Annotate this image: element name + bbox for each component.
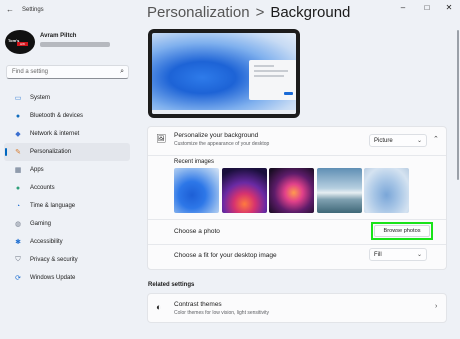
contrast-themes-row[interactable]: ◐ Contrast themes Color themes for low v… — [147, 293, 447, 323]
contrast-themes-title: Contrast themes — [174, 301, 222, 308]
sidebar-item-label: Personalization — [30, 149, 72, 155]
sidebar-item-label: Gaming — [30, 221, 52, 227]
browse-photos-highlight: Browse photos — [371, 222, 433, 240]
page-title: Background — [270, 4, 351, 21]
maximize-icon[interactable]: □ — [420, 3, 434, 12]
search-placeholder: Find a setting — [12, 69, 49, 75]
image-icon: 🖼 — [156, 134, 167, 143]
sidebar-item-accounts[interactable]: ● Accounts — [4, 179, 130, 197]
sidebar-item-label: Privacy & security — [30, 257, 78, 263]
divider — [148, 155, 446, 156]
fit-dropdown[interactable]: Fill ⌄ — [369, 248, 427, 261]
globe-clock-icon: ◔ — [15, 202, 21, 210]
preview-window-line — [254, 70, 288, 72]
scrollbar[interactable] — [457, 30, 459, 180]
sidebar-item-personalization[interactable]: ✎ Personalization — [4, 143, 130, 161]
related-settings-heading: Related settings — [148, 282, 195, 288]
contrast-themes-subtitle: Color themes for low vision, light sensi… — [174, 310, 270, 316]
avatar-logo-badge: HW — [17, 42, 28, 46]
user-profile[interactable]: Tom's HW Avram Piltch — [5, 30, 135, 54]
fit-label: Choose a fit for your desktop image — [174, 252, 277, 259]
avatar: Tom's HW — [5, 30, 35, 54]
user-name: Avram Piltch — [40, 33, 77, 39]
breadcrumb-parent[interactable]: Personalization — [147, 4, 250, 21]
preview-window-button — [284, 92, 293, 95]
sidebar-item-label: System — [30, 95, 51, 101]
divider — [148, 244, 446, 245]
bluetooth-icon: ● — [15, 112, 21, 120]
sidebar-item-label: Bluetooth & devices — [30, 113, 84, 119]
preview-window — [249, 60, 296, 100]
choose-photo-label: Choose a photo — [174, 228, 220, 235]
preview-wallpaper — [152, 33, 296, 114]
breadcrumb-separator: > — [255, 4, 265, 21]
search-input[interactable]: Find a setting ⌕ — [6, 65, 129, 79]
chevron-down-icon: ⌄ — [416, 138, 422, 144]
browse-photos-button[interactable]: Browse photos — [374, 225, 430, 237]
sidebar-item-apps[interactable]: ▦ Apps — [4, 161, 130, 179]
sidebar-item-label: Accessibility — [30, 239, 63, 245]
arrow-left-icon[interactable]: ← — [6, 5, 14, 14]
chevron-up-icon[interactable]: ⌃ — [433, 135, 439, 143]
sidebar-item-gaming[interactable]: ◍ Gaming — [4, 215, 130, 233]
chevron-right-icon: › — [435, 303, 438, 310]
recent-image-3[interactable] — [269, 168, 314, 213]
brush-icon: ✎ — [15, 149, 21, 156]
chevron-down-icon: ⌄ — [416, 252, 422, 258]
sidebar-item-bluetooth[interactable]: ● Bluetooth & devices — [4, 107, 130, 125]
shield-icon: ⛉ — [15, 256, 21, 263]
search-icon[interactable]: ⌕ — [120, 68, 124, 76]
preview-taskbar — [152, 110, 296, 114]
recent-images-label: Recent images — [174, 159, 215, 165]
sidebar-item-label: Windows Update — [30, 275, 76, 281]
personalize-background-row[interactable]: 🖼 Personalize your background Customize … — [148, 127, 446, 155]
fit-value: Fill — [374, 252, 382, 258]
apps-icon: ▦ — [14, 167, 22, 174]
sidebar-item-system[interactable]: ▭ System — [4, 89, 130, 107]
breadcrumb: Personalization > Background — [147, 4, 350, 21]
accessibility-icon: ✱ — [15, 239, 21, 246]
sidebar-item-label: Apps — [30, 167, 44, 173]
update-icon: ⟳ — [15, 275, 21, 282]
sidebar-item-label: Network & internet — [30, 131, 80, 137]
contrast-icon: ◐ — [156, 302, 162, 312]
recent-image-4[interactable] — [317, 168, 362, 213]
personalize-subtitle: Customize the appearance of your desktop — [174, 141, 270, 147]
background-settings-card: 🖼 Personalize your background Customize … — [147, 126, 447, 270]
recent-image-2[interactable] — [222, 168, 267, 213]
monitor-icon: ▭ — [14, 95, 22, 102]
close-icon[interactable]: ✕ — [442, 3, 456, 12]
recent-image-5[interactable] — [364, 168, 409, 213]
sidebar-nav: ▭ System ● Bluetooth & devices ◆ Network… — [4, 89, 130, 287]
gamepad-icon: ◍ — [14, 221, 22, 228]
sidebar-item-windows-update[interactable]: ⟳ Windows Update — [4, 269, 130, 287]
user-email-redacted — [40, 42, 110, 47]
background-type-dropdown[interactable]: Picture ⌄ — [369, 134, 427, 147]
wifi-icon: ◆ — [15, 131, 21, 138]
background-type-value: Picture — [374, 138, 393, 144]
sidebar-item-accessibility[interactable]: ✱ Accessibility — [4, 233, 130, 251]
personalize-title: Personalize your background — [174, 132, 259, 139]
sidebar-item-time-language[interactable]: ◔ Time & language — [4, 197, 130, 215]
app-title: Settings — [22, 7, 44, 13]
person-icon: ● — [15, 184, 21, 192]
sidebar-item-label: Time & language — [30, 203, 76, 209]
desktop-preview — [148, 29, 300, 118]
divider — [148, 219, 446, 220]
sidebar-item-label: Accounts — [30, 185, 55, 191]
preview-window-line — [254, 75, 284, 77]
recent-image-1[interactable] — [174, 168, 219, 213]
sidebar-item-network[interactable]: ◆ Network & internet — [4, 125, 130, 143]
sidebar-item-privacy[interactable]: ⛉ Privacy & security — [4, 251, 130, 269]
minimize-icon[interactable]: – — [396, 3, 410, 12]
preview-window-line — [254, 65, 274, 67]
